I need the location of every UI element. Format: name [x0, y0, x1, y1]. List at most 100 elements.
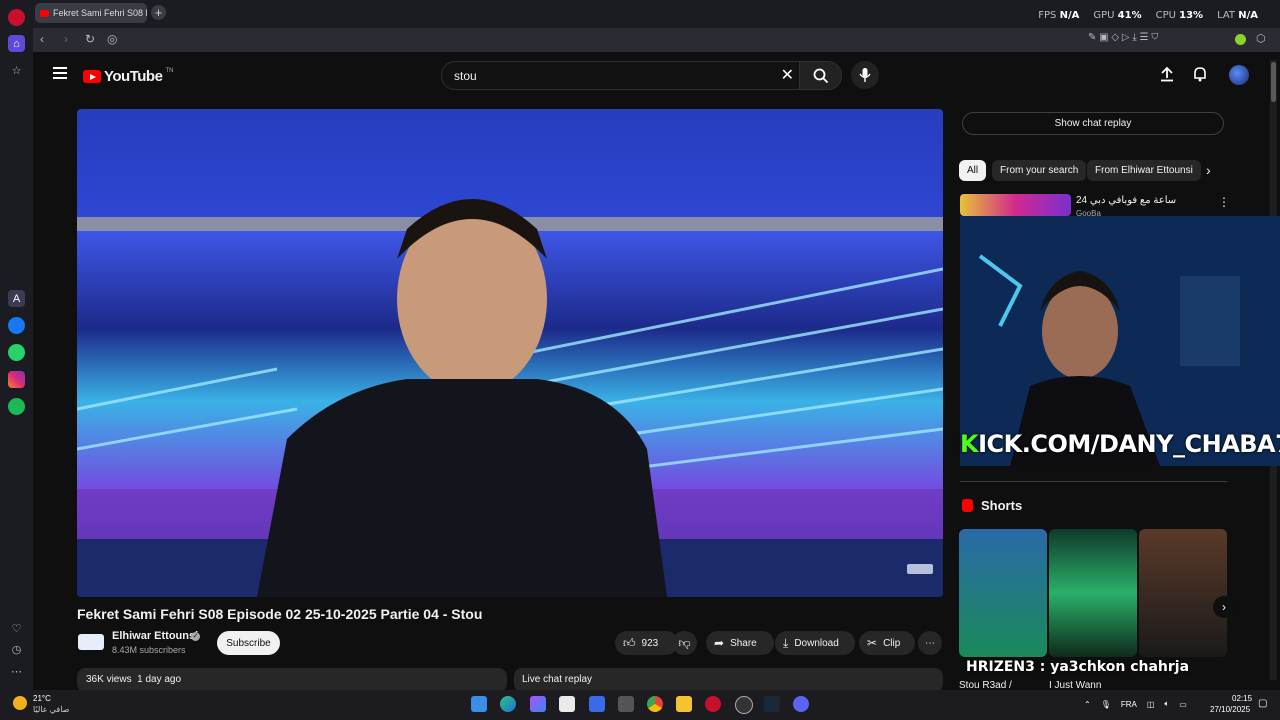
- volume-icon[interactable]: 🔈︎: [1164, 699, 1169, 709]
- stat-cpu: CPU 13%: [1155, 10, 1204, 21]
- network-icon[interactable]: ◫: [1147, 700, 1155, 709]
- chip-from-your-search[interactable]: From your search: [992, 160, 1087, 181]
- video-player[interactable]: [77, 109, 943, 597]
- clip-button[interactable]: ✂ Clip: [859, 631, 915, 655]
- weather-description[interactable]: صافي عاليًا: [33, 705, 69, 714]
- share-button[interactable]: ➦ Share: [706, 631, 774, 655]
- clear-search-icon[interactable]: ✕: [781, 65, 794, 85]
- subscriber-count: 8.43M subscribers: [112, 645, 186, 655]
- start-icon[interactable]: [471, 696, 487, 712]
- file-explorer-icon[interactable]: [676, 696, 692, 712]
- view-count-date: 36K views 1 day ago: [86, 674, 182, 685]
- tab-title: Fekret Sami Fehri S08 Episode 02: [53, 8, 147, 18]
- youtube-play-icon: [83, 70, 101, 83]
- short-thumbnail-1[interactable]: [959, 529, 1047, 657]
- mic-tray-icon[interactable]: 🎙︎: [1101, 700, 1111, 709]
- share-icon: ➦: [714, 636, 725, 650]
- shorts-next-button[interactable]: ›: [1213, 596, 1235, 618]
- divider: [960, 481, 1227, 482]
- microphone-icon: [859, 68, 871, 82]
- tray-chevron-icon[interactable]: ⌃: [1084, 700, 1091, 709]
- menu-icon[interactable]: [53, 67, 67, 81]
- tab-youtube[interactable]: Fekret Sami Fehri S08 Episode 02: [35, 3, 147, 23]
- like-button[interactable]: 👍︎ 923: [615, 631, 678, 655]
- new-tab-button[interactable]: +: [151, 5, 166, 20]
- toolbar-icons[interactable]: ✎ ▣ ◇ ▷ ⤓ ☰ ⛉: [1088, 32, 1158, 43]
- opera-gx-icon[interactable]: [735, 696, 753, 714]
- more-icon[interactable]: ⋯: [8, 663, 25, 680]
- like-count: 923: [641, 637, 659, 649]
- stat-gpu: GPU 41%: [1093, 10, 1142, 21]
- youtube-logo[interactable]: YouTube TN: [83, 68, 173, 85]
- subscribe-button[interactable]: Subscribe: [217, 631, 280, 655]
- short-thumbnail-2[interactable]: [1049, 529, 1137, 657]
- short-thumbnail-3[interactable]: [1139, 529, 1227, 657]
- chrome-icon[interactable]: [647, 696, 663, 712]
- kick-overlay-text: KICK.COM/DANY_CHABA7: [960, 430, 1280, 458]
- reload-icon[interactable]: ↻: [85, 32, 95, 46]
- channel-avatar[interactable]: [78, 634, 104, 650]
- clock-time[interactable]: 02:15: [1232, 694, 1252, 703]
- weather-icon[interactable]: [13, 696, 27, 710]
- search-button[interactable]: [799, 61, 842, 90]
- download-label: Download: [794, 637, 839, 649]
- spotify-icon[interactable]: [8, 398, 25, 415]
- live-chat-replay-label: Live chat replay: [522, 674, 593, 685]
- extensions-icon[interactable]: ⬡: [1256, 32, 1266, 45]
- steam-icon[interactable]: [764, 696, 780, 712]
- app-icon[interactable]: [589, 696, 605, 712]
- video-title: Fekret Sami Fehri S08 Episode 02 25-10-2…: [77, 606, 483, 622]
- recommendation-title[interactable]: 24 ساعة مع فوبافي دبي: [1076, 195, 1176, 206]
- history-icon[interactable]: ◷: [8, 641, 25, 658]
- notification-center-icon[interactable]: ▢: [1258, 698, 1267, 709]
- globe-icon[interactable]: ◎: [107, 32, 117, 46]
- weather-temperature[interactable]: 21°C: [33, 694, 51, 703]
- thumbs-up-icon: 👍︎: [623, 635, 636, 650]
- chip-from-channel[interactable]: From Elhiwar Ettounsi: [1087, 160, 1201, 181]
- download-button[interactable]: ⤓ Download: [775, 631, 855, 655]
- more-actions-button[interactable]: ⋯: [918, 631, 942, 655]
- upload-icon[interactable]: [1159, 66, 1175, 82]
- shorts-icon: [962, 499, 973, 512]
- clock-date[interactable]: 27/10/2025: [1210, 705, 1250, 714]
- forward-icon[interactable]: ›: [64, 32, 68, 46]
- search-icon: [813, 68, 828, 83]
- recommendation-thumbnail[interactable]: [960, 194, 1071, 216]
- search-input[interactable]: [452, 67, 776, 85]
- show-chat-replay-button[interactable]: Show chat replay: [962, 112, 1224, 135]
- browser-sidebar: ⌂ ☆ A ♡ ◷ ⋯: [0, 0, 33, 690]
- more-icon: ⋯: [925, 637, 935, 649]
- scrollbar-thumb[interactable]: [1271, 62, 1276, 102]
- youtube-favicon-icon: [40, 9, 49, 17]
- aria-icon[interactable]: A: [8, 290, 25, 307]
- voice-search-button[interactable]: [851, 61, 879, 89]
- app-icon-2[interactable]: [618, 696, 634, 712]
- edge-icon[interactable]: [500, 696, 516, 712]
- kebab-menu-icon[interactable]: ⋮: [1218, 195, 1230, 209]
- back-icon[interactable]: ‹: [40, 32, 44, 46]
- chevron-right-icon[interactable]: ›: [1206, 162, 1211, 178]
- messenger-icon[interactable]: [8, 317, 25, 334]
- copilot-icon[interactable]: [530, 696, 546, 712]
- channel-name[interactable]: Elhiwar Ettounsi: [112, 630, 198, 642]
- dislike-button[interactable]: 👎︎: [672, 631, 697, 655]
- star-icon[interactable]: ☆: [8, 62, 25, 79]
- clip-label: Clip: [883, 637, 901, 649]
- notifications-icon[interactable]: [1192, 66, 1208, 82]
- shorts-heading: Shorts: [981, 498, 1023, 513]
- opera-icon[interactable]: [705, 696, 721, 712]
- discord-icon[interactable]: [793, 696, 809, 712]
- home-icon[interactable]: ⌂: [8, 35, 25, 52]
- store-icon[interactable]: [559, 696, 575, 712]
- account-avatar[interactable]: [1229, 65, 1249, 85]
- language-indicator[interactable]: FRA: [1121, 700, 1137, 709]
- opera-logo-icon[interactable]: [8, 9, 25, 26]
- vpn-icon[interactable]: [1235, 34, 1246, 45]
- search-box: ✕: [441, 61, 801, 90]
- heart-icon[interactable]: ♡: [8, 620, 25, 637]
- whatsapp-icon[interactable]: [8, 344, 25, 361]
- instagram-icon[interactable]: [8, 371, 25, 388]
- chip-all[interactable]: All: [959, 160, 987, 181]
- stream-overlay: [960, 216, 1280, 466]
- battery-icon[interactable]: ▭: [1179, 700, 1187, 709]
